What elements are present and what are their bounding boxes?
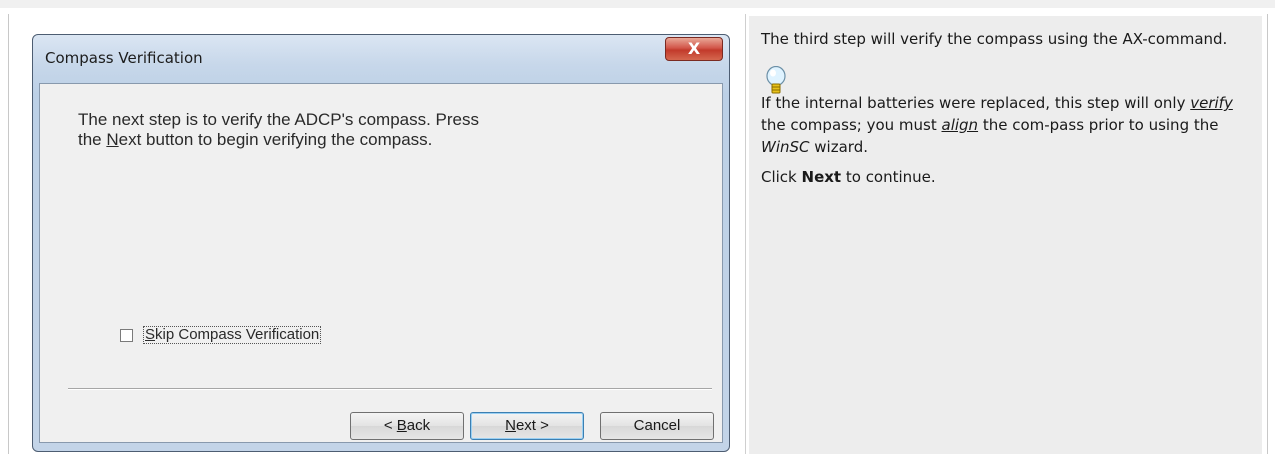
skip-compass-verification-option[interactable]: Skip Compass Verification: [120, 326, 322, 344]
cancel-button[interactable]: Cancel: [600, 412, 714, 440]
instruction-message: The next step is to verify the ADCP's co…: [78, 110, 480, 149]
top-strip: [0, 0, 1275, 8]
help-intro-text: The third step will verify the compass u…: [761, 30, 1228, 48]
help-panel: The third step will verify the compass u…: [749, 16, 1262, 454]
column-divider: [745, 14, 746, 454]
back-button[interactable]: < Back: [350, 412, 464, 440]
close-icon: X: [687, 39, 701, 58]
close-button[interactable]: X: [665, 37, 723, 61]
next-button[interactable]: Next >: [470, 412, 584, 440]
dialog-client-area: The next step is to verify the ADCP's co…: [39, 83, 723, 443]
winsc-name: WinSC: [761, 138, 810, 156]
help-tip: If the internal batteries were replaced,…: [761, 66, 1248, 158]
verify-emphasis: verify: [1190, 94, 1233, 112]
dialog-titlebar[interactable]: Compass Verification X: [33, 35, 729, 79]
dialog-title: Compass Verification: [45, 49, 203, 67]
help-continue-text: Click Next to continue.: [761, 168, 936, 186]
skip-compass-verification-checkbox[interactable]: [120, 328, 133, 342]
compass-verification-dialog: Compass Verification X The next step is …: [32, 34, 730, 452]
skip-compass-verification-label[interactable]: Skip Compass Verification: [143, 326, 322, 344]
dialog-separator: [68, 388, 712, 390]
align-emphasis: align: [941, 116, 979, 134]
